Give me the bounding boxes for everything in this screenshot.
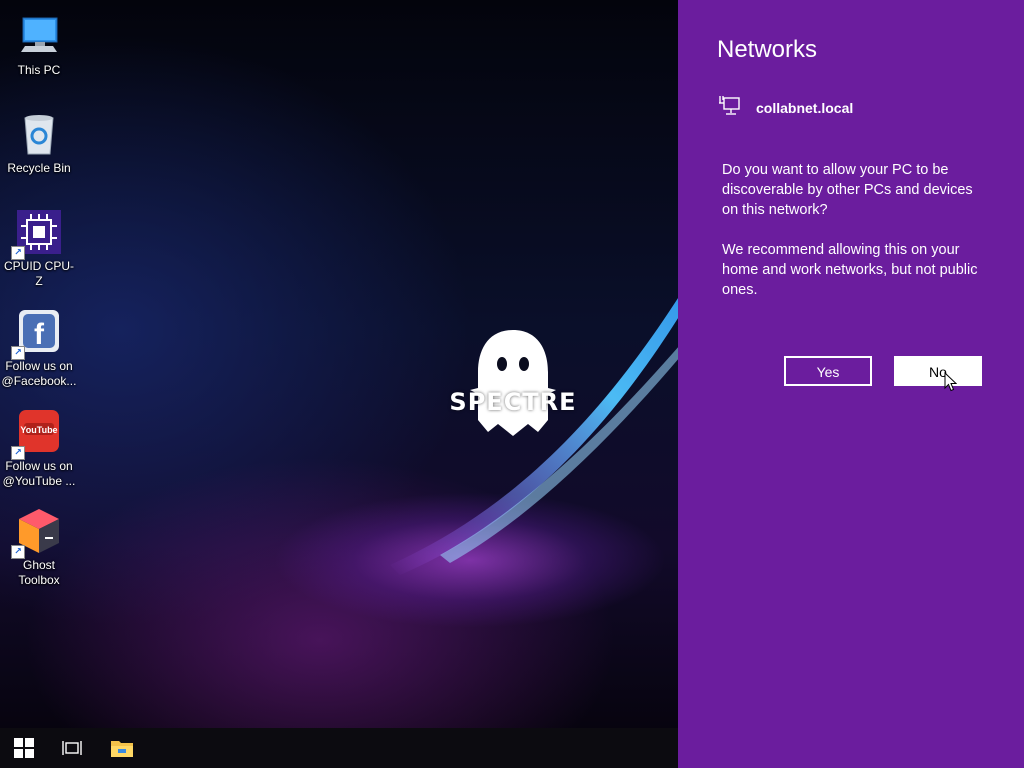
facebook-icon: f ↗ <box>11 308 63 360</box>
spectre-logo-text: SPECTRE <box>449 388 577 416</box>
start-button[interactable] <box>0 728 48 768</box>
desktop-icon-label: Follow us on @YouTube ... <box>2 459 76 488</box>
desktop-icon-this-pc[interactable]: This PC <box>0 8 78 98</box>
ghost-toolbox-icon: ↗ <box>11 507 63 559</box>
discoverability-prompt: Do you want to allow your PC to be disco… <box>722 160 992 320</box>
network-name: collabnet.local <box>756 99 854 116</box>
desktop-icon-cpu-z[interactable]: ↗ CPUID CPU-Z <box>0 204 78 294</box>
network-entry: collabnet.local <box>718 94 853 121</box>
task-view-icon <box>62 741 82 755</box>
yes-button[interactable]: Yes <box>784 356 872 386</box>
desktop-icon-facebook[interactable]: f ↗ Follow us on @Facebook... <box>0 304 78 394</box>
this-pc-icon <box>15 12 63 60</box>
youtube-icon: YouTube ↗ <box>11 408 63 460</box>
spectre-ghost-logo <box>470 330 556 436</box>
recycle-bin-icon <box>15 110 63 158</box>
desktop-icon-label: Follow us on @Facebook... <box>1 359 77 388</box>
desktop-icon-youtube[interactable]: YouTube ↗ Follow us on @YouTube ... <box>0 404 78 494</box>
networks-flyout: Networks collabnet.local Do you want to … <box>678 0 1024 768</box>
desktop-icon-recycle-bin[interactable]: Recycle Bin <box>0 106 78 196</box>
desktop-icon-label: This PC <box>17 63 61 77</box>
ethernet-icon <box>718 94 742 121</box>
panel-title: Networks <box>717 36 818 63</box>
desktop-icon-label: Ghost Toolbox <box>18 558 60 587</box>
file-explorer-button[interactable] <box>98 728 146 768</box>
start-icon <box>14 738 34 758</box>
facebook-badge-text: f <box>34 318 45 351</box>
desktop-icon-label: Recycle Bin <box>7 161 71 175</box>
file-explorer-icon <box>111 741 133 757</box>
no-button[interactable]: No <box>894 356 982 386</box>
shortcut-arrow-icon: ↗ <box>11 346 25 360</box>
taskbar <box>0 728 678 768</box>
youtube-badge-text: YouTube <box>20 425 57 435</box>
prompt-recommendation: We recommend allowing this on your home … <box>722 242 978 298</box>
cpu-z-icon: ↗ <box>11 208 63 260</box>
desktop-icon-ghost-toolbox[interactable]: ↗ Ghost Toolbox <box>0 503 78 593</box>
mouse-cursor-icon <box>944 372 957 392</box>
shortcut-arrow-icon: ↗ <box>11 545 25 559</box>
task-view-button[interactable] <box>48 728 96 768</box>
shortcut-arrow-icon: ↗ <box>11 446 25 460</box>
shortcut-arrow-icon: ↗ <box>11 246 25 260</box>
prompt-question: Do you want to allow your PC to be disco… <box>722 162 973 218</box>
desktop-icon-label: CPUID CPU-Z <box>3 259 74 288</box>
